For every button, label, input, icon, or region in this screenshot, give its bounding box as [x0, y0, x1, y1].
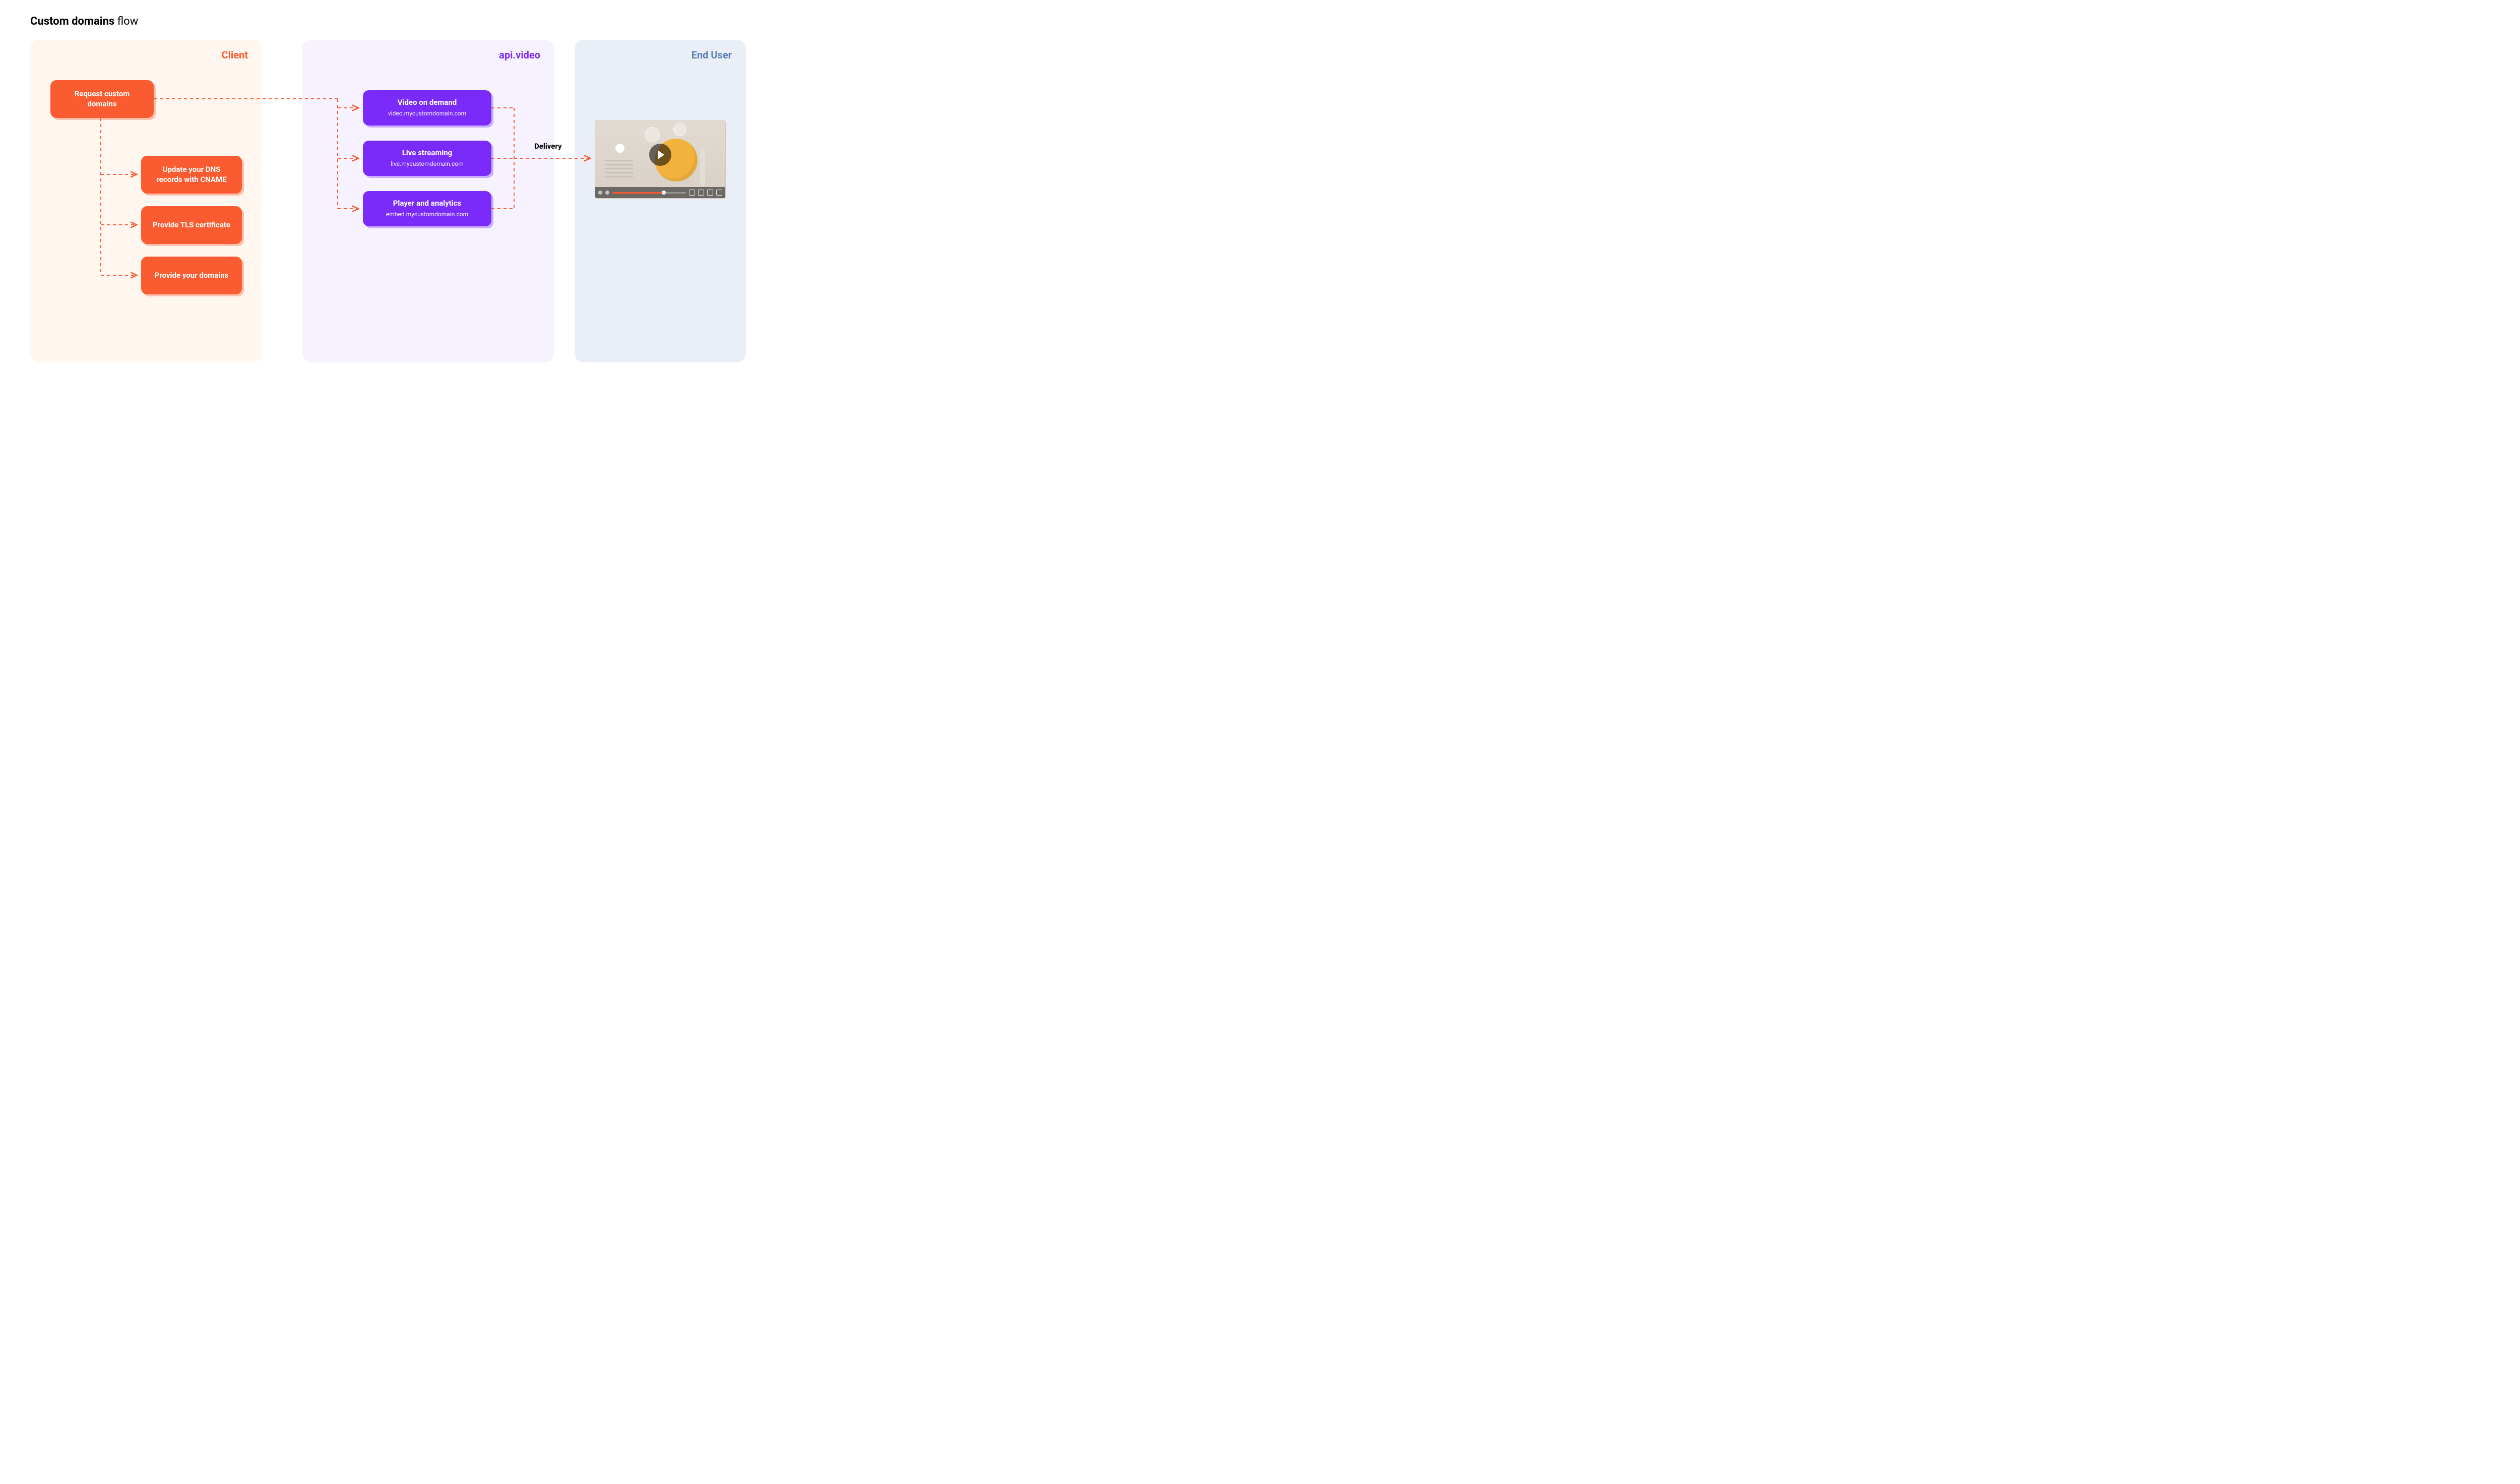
panel-client-label: Client: [222, 49, 248, 61]
decor-bubble: [645, 127, 660, 142]
decor-lines: [605, 157, 633, 177]
control-icon: [689, 190, 695, 196]
box-request-custom-domains: Request custom domains: [50, 80, 154, 118]
diagram-title: Custom domains flow: [30, 15, 2490, 28]
box-live-streaming: Live streaming live.mycustomdomain.com: [363, 141, 491, 176]
box-player-analytics: Player and analytics embed.mycustomdomai…: [363, 191, 491, 226]
box-sub: video.mycustomdomain.com: [388, 110, 466, 118]
decor-bubble: [673, 123, 686, 136]
progress-knob: [662, 191, 666, 195]
box-update-dns: Update your DNS records with CNAME: [141, 156, 242, 194]
decor-stick: [700, 149, 705, 187]
panel-enduser: End User: [575, 40, 746, 362]
control-icon: [605, 191, 609, 195]
box-label: Video on demand: [398, 98, 457, 108]
box-provide-domains: Provide your domains: [141, 257, 242, 294]
video-controls: [595, 187, 725, 198]
delivery-label: Delivery: [534, 142, 562, 151]
box-video-on-demand: Video on demand video.mycustomdomain.com: [363, 90, 491, 126]
box-label: Provide your domains: [155, 271, 229, 281]
progress-fill: [612, 192, 664, 194]
box-label: Provide TLS certificate: [153, 220, 230, 230]
box-label: Request custom domains: [59, 89, 145, 109]
control-icon: [698, 190, 704, 196]
video-player-mock: [595, 120, 726, 199]
diagram-canvas: Client api.video End User: [30, 40, 746, 373]
box-provide-tls: Provide TLS certificate: [141, 206, 242, 244]
title-light: flow: [114, 15, 138, 28]
title-bold: Custom domains: [30, 15, 114, 28]
box-label: Update your DNS records with CNAME: [150, 165, 233, 184]
progress-bar: [612, 192, 686, 194]
box-sub: embed.mycustomdomain.com: [386, 211, 468, 219]
box-label: Player and analytics: [393, 199, 462, 209]
control-icon: [707, 190, 713, 196]
box-sub: live.mycustomdomain.com: [391, 160, 464, 168]
play-icon: [649, 144, 671, 166]
control-icon: [598, 191, 602, 195]
panel-enduser-label: End User: [691, 49, 732, 61]
box-label: Live streaming: [402, 148, 453, 158]
panel-api-label: api.video: [499, 49, 540, 61]
control-icon: [716, 190, 722, 196]
decor-lamp: [615, 144, 624, 153]
